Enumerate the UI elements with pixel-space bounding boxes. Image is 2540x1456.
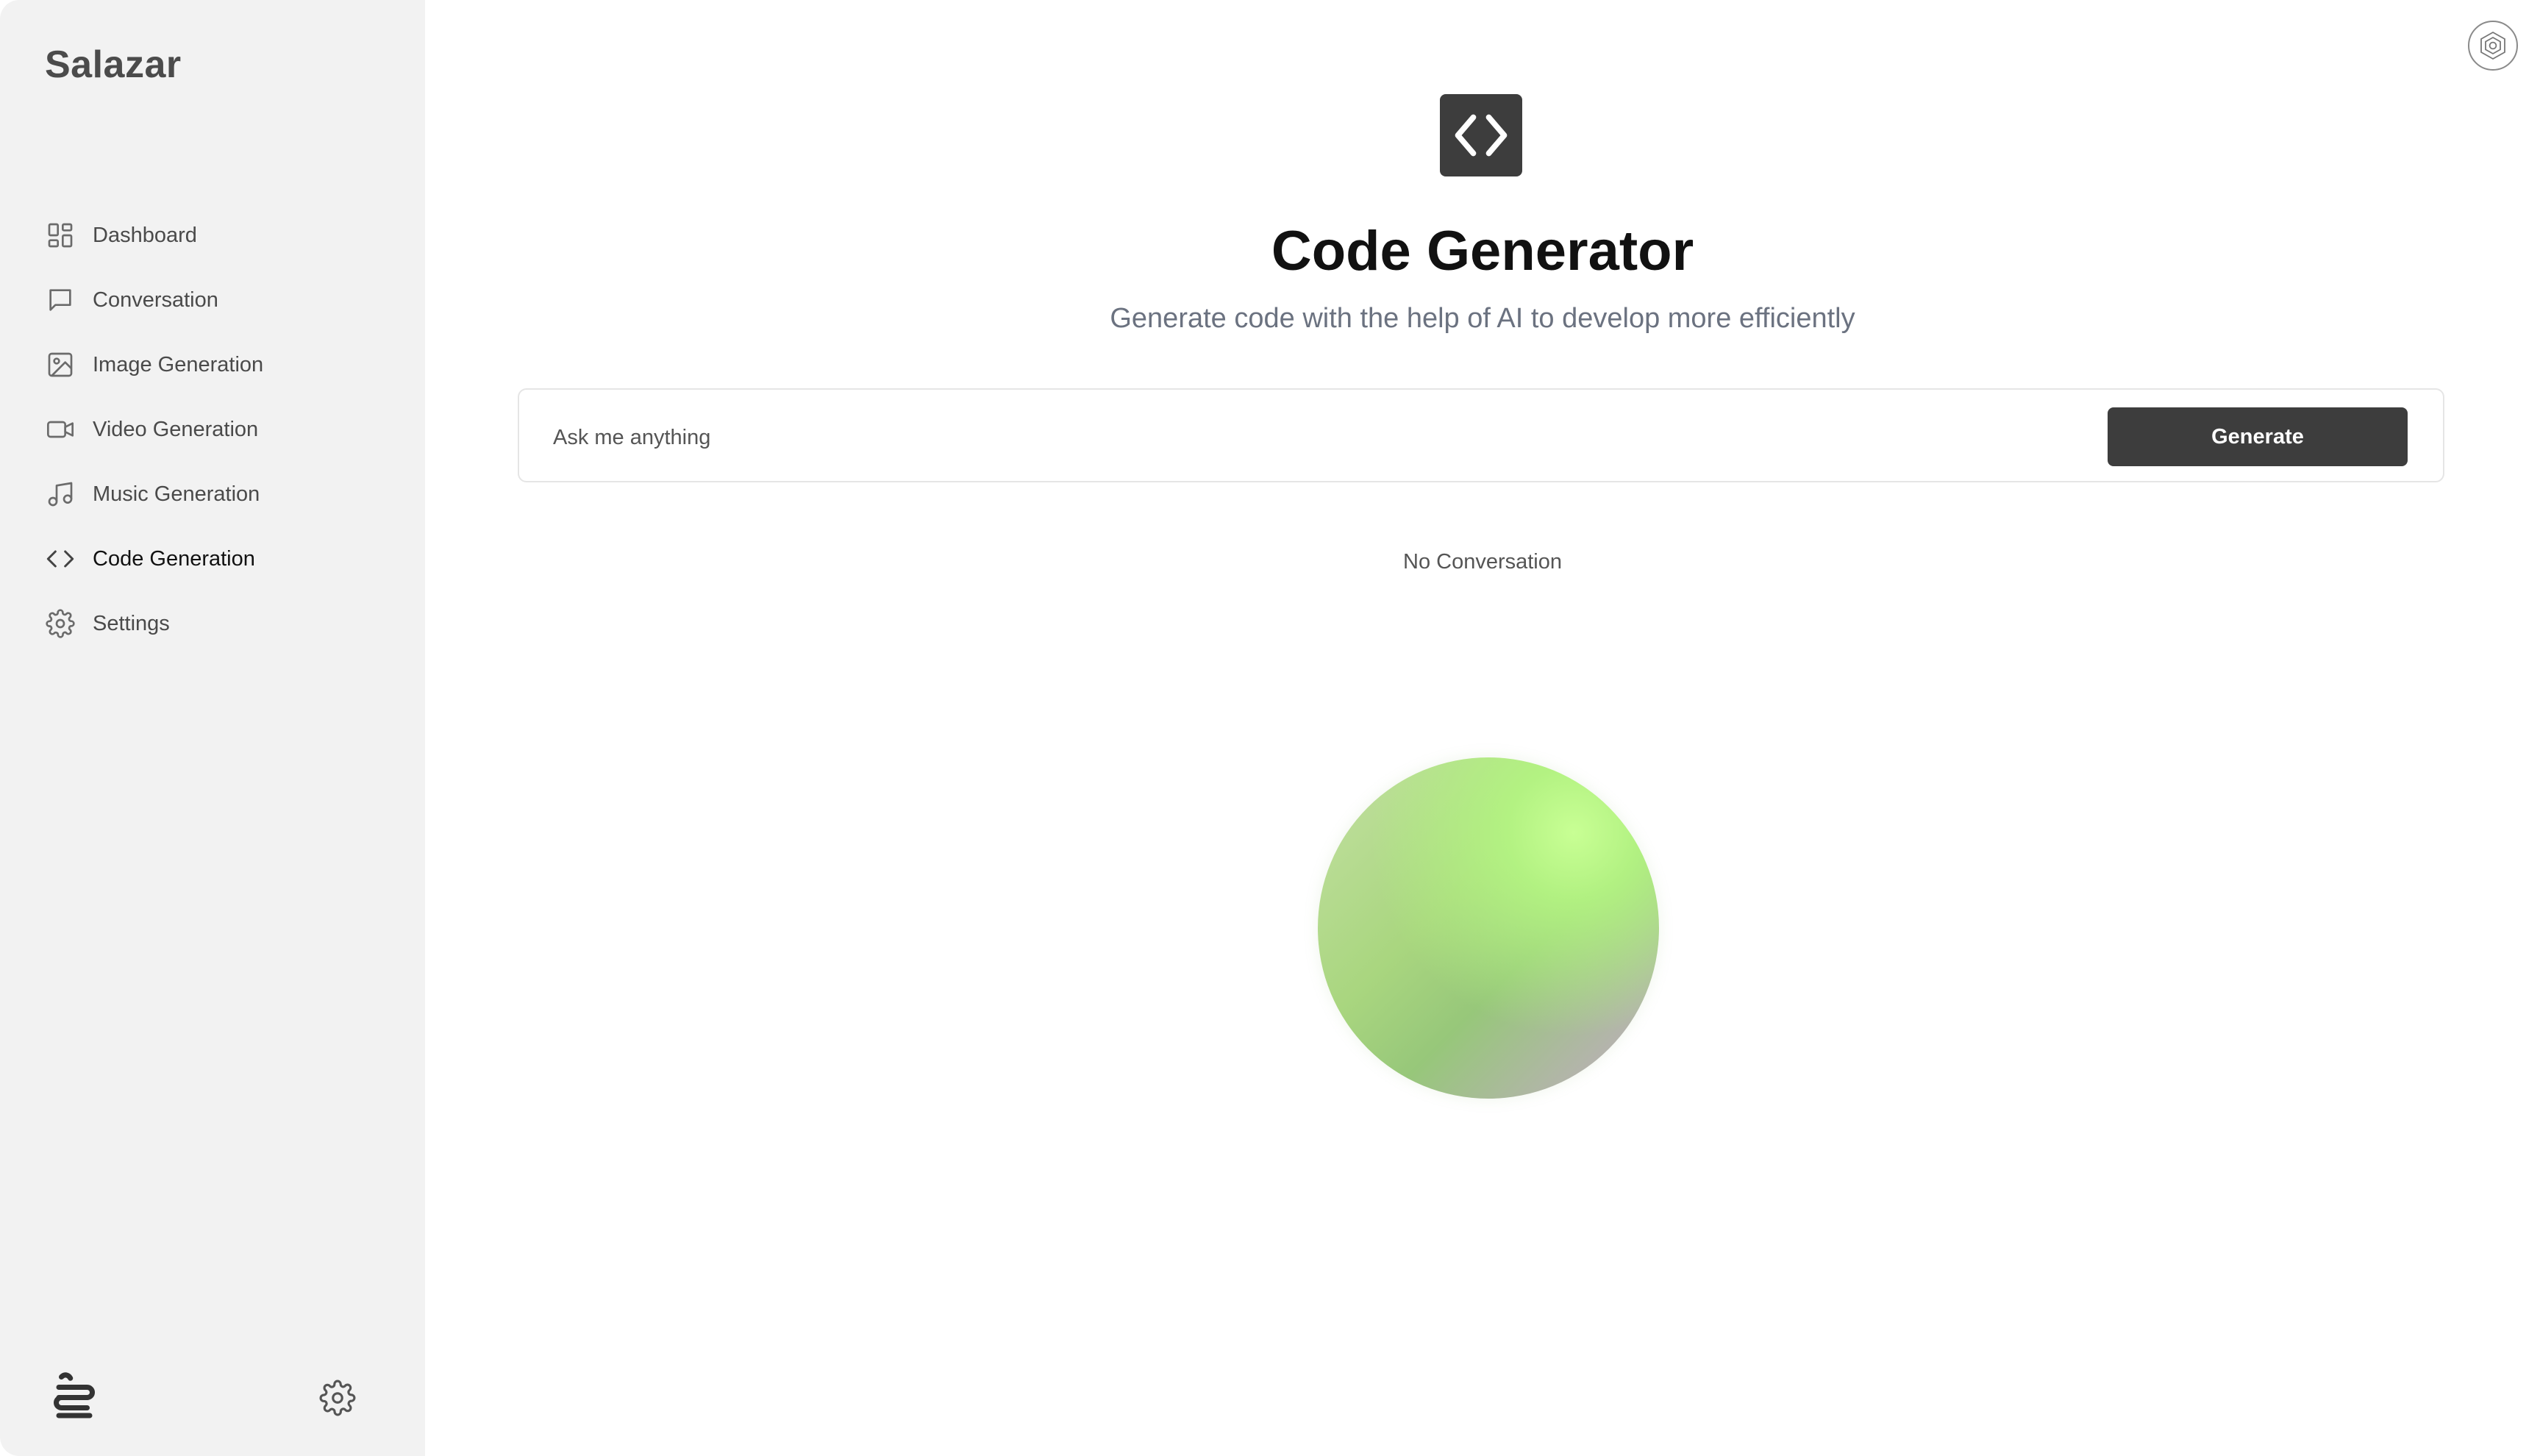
sidebar-item-label: Video Generation	[93, 417, 259, 441]
image-icon	[44, 349, 76, 381]
app-window: Salazar Dashboard Conversation Image Gen…	[0, 0, 2540, 1456]
gear-icon	[319, 1380, 356, 1416]
app-logo-icon	[49, 1369, 100, 1421]
sidebar-item-label: Conversation	[93, 288, 218, 312]
code-icon	[44, 543, 76, 575]
code-icon	[1440, 94, 1522, 176]
empty-state-text: No Conversation	[1403, 550, 1562, 574]
sidebar-item-label: Dashboard	[93, 223, 197, 247]
sidebar-nav: Dashboard Conversation Image Generation …	[44, 203, 397, 656]
user-avatar[interactable]	[2468, 21, 2518, 71]
gear-icon	[44, 607, 76, 640]
sidebar-item-settings[interactable]: Settings	[44, 591, 397, 656]
generate-button[interactable]: Generate	[2108, 407, 2408, 466]
sidebar-item-music-generation[interactable]: Music Generation	[44, 462, 397, 527]
sidebar-item-conversation[interactable]: Conversation	[44, 268, 397, 332]
prompt-form: Generate	[518, 388, 2444, 482]
page-title: Code Generator	[1271, 220, 1694, 282]
sidebar-item-label: Image Generation	[93, 352, 264, 377]
footer-settings-button[interactable]	[319, 1380, 356, 1416]
sidebar-item-label: Settings	[93, 611, 170, 635]
prompt-input[interactable]	[552, 409, 2025, 466]
sidebar-item-dashboard[interactable]: Dashboard	[44, 203, 397, 268]
page-subtitle: Generate code with the help of AI to dev…	[1110, 303, 1855, 334]
sidebar-item-code-generation[interactable]: Code Generation	[44, 527, 397, 591]
sidebar-item-label: Music Generation	[93, 482, 260, 506]
sidebar-item-label: Code Generation	[93, 546, 255, 571]
music-icon	[44, 478, 76, 510]
brand-name: Salazar	[45, 43, 182, 86]
avatar-icon	[2480, 31, 2505, 60]
chat-icon	[44, 284, 76, 316]
main-content: Code Generator Generate code with the he…	[425, 0, 2540, 1456]
video-icon	[44, 413, 76, 446]
loading-orb	[1318, 757, 1659, 1099]
dashboard-icon	[44, 219, 76, 251]
sidebar-item-video-generation[interactable]: Video Generation	[44, 397, 397, 462]
sidebar: Salazar Dashboard Conversation Image Gen…	[0, 0, 425, 1456]
sidebar-item-image-generation[interactable]: Image Generation	[44, 332, 397, 397]
